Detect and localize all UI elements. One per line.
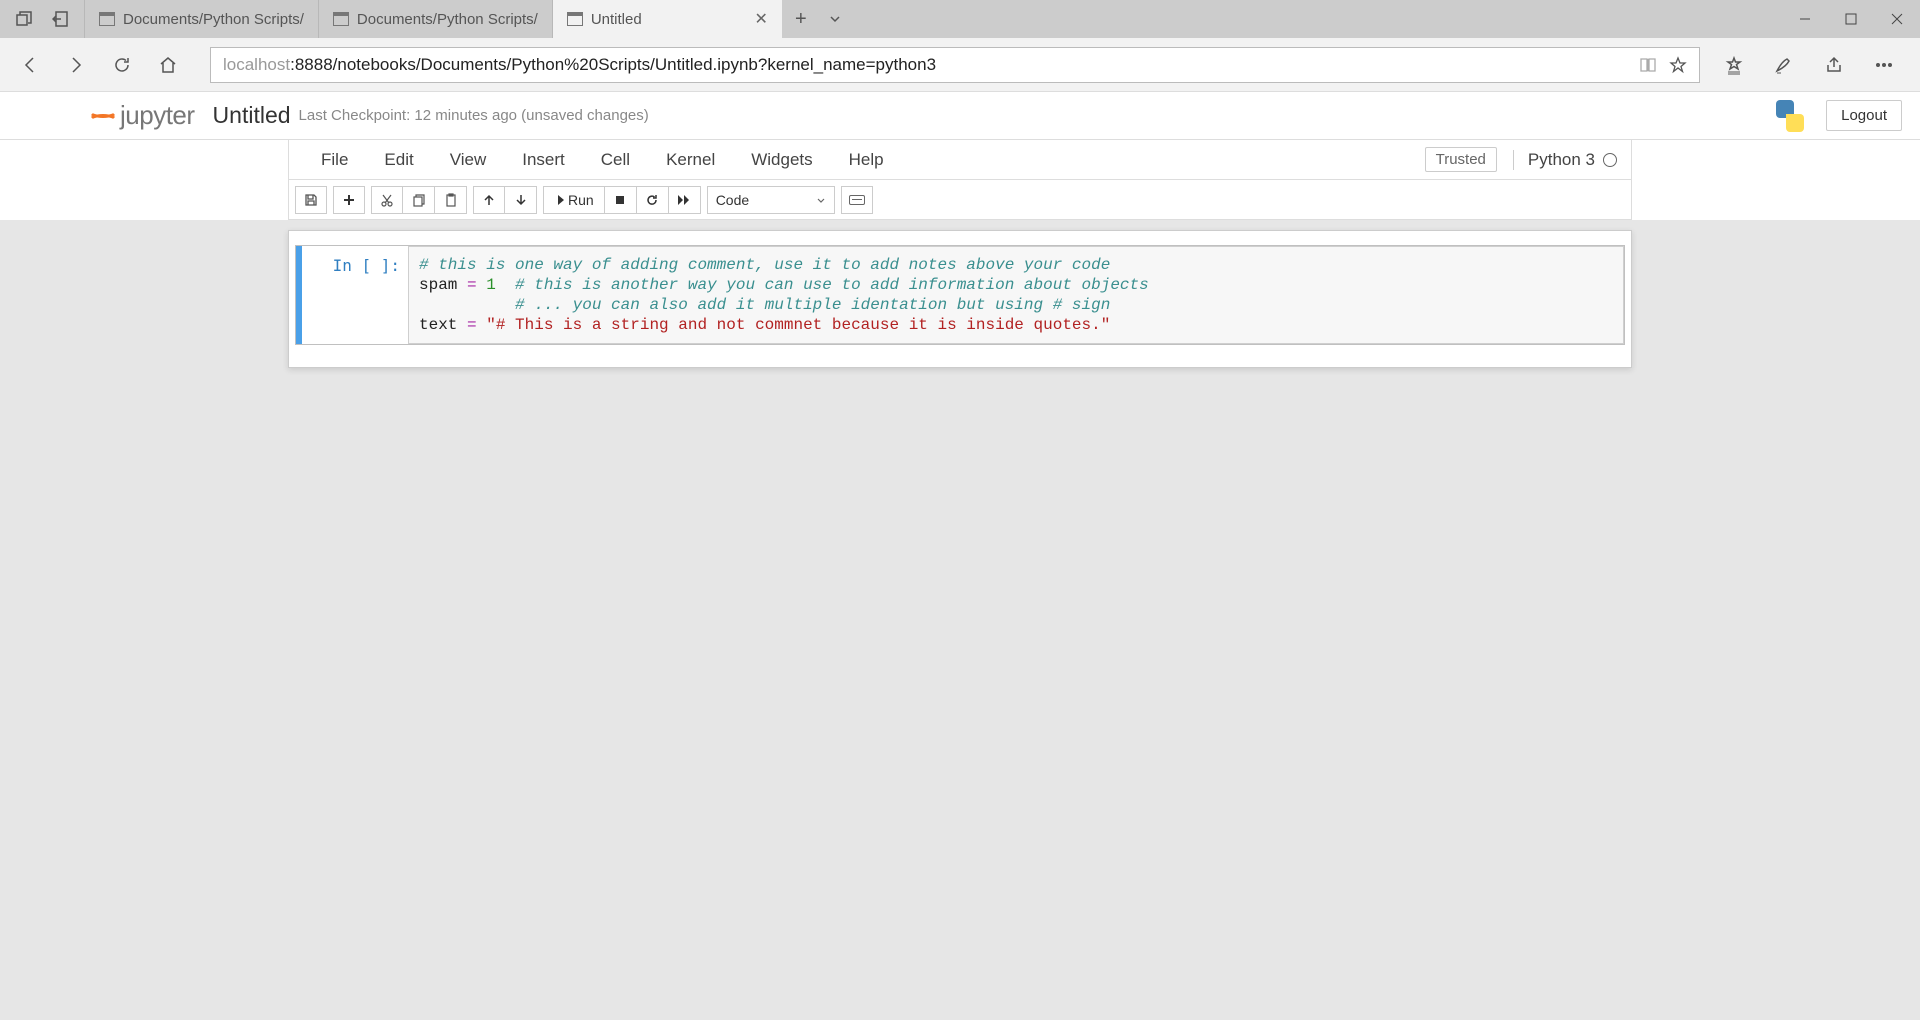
page-icon	[99, 12, 115, 26]
window-maximize-button[interactable]	[1828, 0, 1874, 38]
home-button[interactable]	[146, 43, 190, 87]
copy-button[interactable]	[403, 186, 435, 214]
menu-edit[interactable]: Edit	[366, 150, 431, 170]
interrupt-button[interactable]	[605, 186, 637, 214]
tab-title: Documents/Python Scripts/	[357, 11, 538, 28]
kernel-status-idle-icon	[1603, 153, 1617, 167]
favorites-hub-icon[interactable]	[1712, 43, 1756, 87]
move-up-button[interactable]	[473, 186, 505, 214]
restart-run-all-button[interactable]	[669, 186, 701, 214]
checkpoint-status: Last Checkpoint: 12 minutes ago (unsaved…	[299, 107, 649, 124]
page-icon	[333, 12, 349, 26]
python-logo-icon	[1772, 98, 1808, 134]
tab-list-dropdown[interactable]	[820, 0, 850, 38]
share-icon[interactable]	[1812, 43, 1856, 87]
menu-help[interactable]: Help	[831, 150, 902, 170]
notes-icon[interactable]	[1762, 43, 1806, 87]
close-tab-icon[interactable]: ✕	[754, 9, 767, 29]
move-down-button[interactable]	[505, 186, 537, 214]
notebook-title[interactable]: Untitled	[213, 102, 291, 129]
window-minimize-button[interactable]	[1782, 0, 1828, 38]
toolbar: Run Code	[288, 180, 1632, 220]
run-label: Run	[568, 192, 594, 208]
browser-nav-bar: localhost:8888/notebooks/Documents/Pytho…	[0, 38, 1920, 92]
set-aside-icon[interactable]	[42, 0, 78, 38]
menu-view[interactable]: View	[432, 150, 505, 170]
browser-tab-1[interactable]: Documents/Python Scripts/	[318, 0, 552, 38]
url-path: :8888/notebooks/Documents/Python%20Scrip…	[290, 55, 936, 75]
keyboard-icon	[849, 195, 865, 205]
menu-insert[interactable]: Insert	[504, 150, 583, 170]
jupyter-logo-icon[interactable]	[86, 102, 114, 130]
tab-title: Untitled	[591, 11, 642, 28]
forward-button[interactable]	[54, 43, 98, 87]
new-tab-button[interactable]: +	[782, 0, 820, 38]
back-button[interactable]	[8, 43, 52, 87]
add-cell-button[interactable]	[333, 186, 365, 214]
menu-cell[interactable]: Cell	[583, 150, 648, 170]
menu-file[interactable]: File	[303, 150, 366, 170]
command-palette-button[interactable]	[841, 186, 873, 214]
jupyter-header: jupyter Untitled Last Checkpoint: 12 min…	[0, 92, 1920, 140]
url-bar[interactable]: localhost:8888/notebooks/Documents/Pytho…	[210, 47, 1700, 83]
notebook-container: In [ ]: # this is one way of adding comm…	[288, 230, 1632, 368]
kernel-name-label: Python 3	[1528, 150, 1595, 170]
trusted-indicator[interactable]: Trusted	[1425, 147, 1497, 172]
tab-actions-icon[interactable]	[6, 0, 42, 38]
jupyter-logo-text[interactable]: jupyter	[120, 100, 195, 131]
tab-title: Documents/Python Scripts/	[123, 11, 304, 28]
cut-button[interactable]	[371, 186, 403, 214]
browser-tab-2-active[interactable]: Untitled ✕	[552, 0, 782, 38]
browser-tab-0[interactable]: Documents/Python Scripts/	[84, 0, 318, 38]
refresh-button[interactable]	[100, 43, 144, 87]
page-icon	[567, 12, 583, 26]
window-close-button[interactable]	[1874, 0, 1920, 38]
run-button[interactable]: Run	[543, 186, 605, 214]
input-prompt: In [ ]:	[302, 246, 408, 344]
save-button[interactable]	[295, 186, 327, 214]
menu-kernel[interactable]: Kernel	[648, 150, 733, 170]
cell-type-value: Code	[716, 192, 749, 208]
more-menu-icon[interactable]	[1862, 43, 1906, 87]
browser-tab-strip: Documents/Python Scripts/ Documents/Pyth…	[0, 0, 1920, 38]
menubar: File Edit View Insert Cell Kernel Widget…	[288, 140, 1632, 180]
restart-button[interactable]	[637, 186, 669, 214]
kernel-indicator[interactable]: Python 3	[1513, 150, 1617, 170]
url-host: localhost	[223, 55, 290, 75]
reading-view-icon[interactable]	[1639, 56, 1657, 74]
favorite-star-icon[interactable]	[1669, 56, 1687, 74]
code-cell[interactable]: In [ ]: # this is one way of adding comm…	[295, 245, 1625, 345]
menu-widgets[interactable]: Widgets	[733, 150, 830, 170]
code-editor[interactable]: # this is one way of adding comment, use…	[408, 246, 1624, 344]
paste-button[interactable]	[435, 186, 467, 214]
logout-button[interactable]: Logout	[1826, 100, 1902, 131]
cell-type-select[interactable]: Code	[707, 186, 835, 214]
